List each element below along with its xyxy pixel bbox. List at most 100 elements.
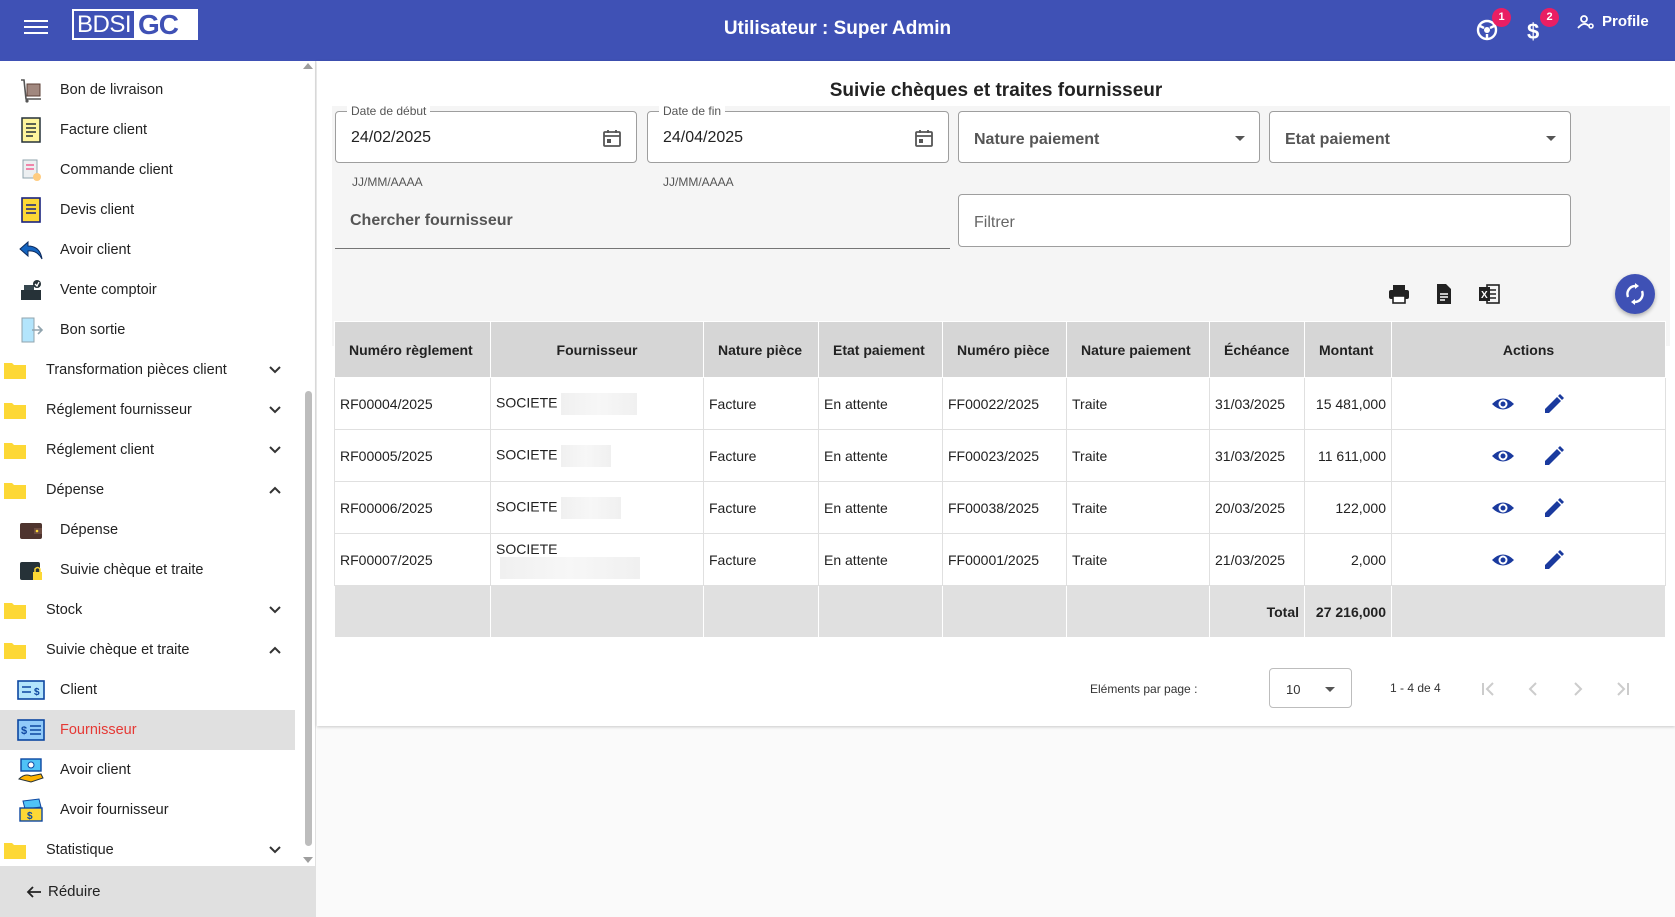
calendar-icon[interactable] [914,128,934,148]
sidebar-group-reglement-client[interactable]: Réglement client [0,430,295,470]
reduce-sidebar-button[interactable]: Réduire [0,866,316,917]
scroll-up-arrow-icon[interactable] [303,63,313,69]
sidebar-group-suivie-cheque-traite[interactable]: Suivie chèque et traite [0,630,295,670]
edit-pencil-icon[interactable] [1542,392,1566,416]
cell-numero-piece: FF00023/2025 [942,429,1067,482]
cell-echeance: 31/03/2025 [1209,429,1305,482]
date-end-label: Date de fin [659,104,726,118]
cell-etat: En attente [818,429,943,482]
per-page-select[interactable]: 10 [1269,668,1352,708]
cell-etat: En attente [818,377,943,430]
sidebar-item-bon-sortie[interactable]: Bon sortie [0,310,295,350]
column-header[interactable]: Nature paiement [1066,321,1210,378]
content-card: Suivie chèques et traites fournisseur Da… [317,61,1675,726]
calendar-icon[interactable] [602,128,622,148]
sidebar-item-devis-client[interactable]: Devis client [0,190,295,230]
sidebar-item-avoir-client[interactable]: Avoir client [0,230,295,270]
total-empty-cell [1066,585,1210,638]
sidebar-item-vente-comptoir[interactable]: Vente comptoir [0,270,295,310]
edit-pencil-icon[interactable] [1542,444,1566,468]
table-header-row: Numéro règlement Fournisseur Nature pièc… [334,321,1666,378]
fournisseur-name: SOCIETE [496,394,558,411]
invoice-icon [17,116,45,144]
total-empty-cell [490,585,704,638]
view-eye-icon[interactable] [1491,496,1515,520]
refresh-button[interactable] [1615,274,1655,314]
sidebar-group-statistique[interactable]: Statistique [0,830,295,866]
wallet-lock-icon [17,556,45,584]
cell-nature-paiement: Traite [1066,429,1210,482]
sidebar-item-bon-de-livraison[interactable]: Bon de livraison [0,70,295,110]
fournisseur-name: SOCIETE [496,446,558,463]
search-supplier-input[interactable]: Chercher fournisseur [335,194,950,249]
view-eye-icon[interactable] [1491,444,1515,468]
sidebar-item-depense[interactable]: Dépense [0,510,295,550]
last-page-icon[interactable] [1612,678,1634,700]
etat-paiement-placeholder: Etat paiement [1285,131,1390,148]
order-icon [17,156,45,184]
first-page-icon[interactable] [1477,678,1499,700]
nature-paiement-select[interactable]: Nature paiement [958,111,1260,163]
cell-fournisseur: SOCIETE [490,429,704,482]
filter-input[interactable]: Filtrer [958,194,1571,247]
sidebar-group-stock[interactable]: Stock [0,590,295,630]
sidebar: Bon de livraison Facture client Commande… [0,61,316,917]
payments-button[interactable]: $ 2 [1523,8,1559,44]
dropdown-arrow-icon [1546,136,1556,141]
page-range-label: 1 - 4 de 4 [1390,681,1441,695]
edit-pencil-icon[interactable] [1542,548,1566,572]
column-header[interactable]: Numéro règlement [334,321,491,378]
per-page-value: 10 [1286,682,1301,697]
date-start-field[interactable]: Date de début 24/02/2025 [335,104,637,163]
sidebar-item-label: Fournisseur [60,722,137,738]
etat-paiement-select[interactable]: Etat paiement [1269,111,1571,163]
sidebar-group-depense[interactable]: Dépense [0,470,295,510]
sidebar-group-reglement-fournisseur[interactable]: Réglement fournisseur [0,390,295,430]
column-header[interactable]: Etat paiement [818,321,943,378]
nature-paiement-placeholder: Nature paiement [974,131,1100,148]
column-header[interactable]: Nature pièce [703,321,819,378]
delivery-box-icon [17,76,45,104]
view-eye-icon[interactable] [1491,548,1515,572]
scroll-thumb[interactable] [305,391,312,846]
sidebar-group-transformation-pieces-client[interactable]: Transformation pièces client [0,350,295,390]
sidebar-item-client[interactable]: $ Client [0,670,295,710]
sidebar-item-fournisseur[interactable]: $ Fournisseur [0,710,295,750]
fournisseur-name: SOCIETE [496,498,558,515]
sidebar-item-suivie-cheque-traite-depense[interactable]: Suivie chèque et traite [0,550,295,590]
redacted-block [561,444,612,467]
pdf-document-icon[interactable] [1432,282,1456,306]
redacted-block [561,496,622,519]
profile-button[interactable]: Profile [1577,13,1649,30]
sidebar-item-facture-client[interactable]: Facture client [0,110,295,150]
column-header[interactable]: Échéance [1209,321,1305,378]
folder-icon [3,600,27,620]
column-header[interactable]: Numéro pièce [942,321,1067,378]
cell-nature-paiement: Traite [1066,533,1210,586]
column-header[interactable]: Montant [1304,321,1392,378]
excel-icon[interactable]: X [1477,282,1501,306]
column-header[interactable]: Fournisseur [490,321,704,378]
cell-fournisseur: SOCIETE [490,377,704,430]
print-icon[interactable] [1387,282,1411,306]
cell-echeance: 20/03/2025 [1209,481,1305,534]
sidebar-item-commande-client[interactable]: Commande client [0,150,295,190]
payments-badge: 2 [1540,8,1559,27]
date-end-field[interactable]: Date de fin 24/04/2025 [647,104,949,163]
date-end-value[interactable]: 24/04/2025 [663,129,743,147]
next-page-icon[interactable] [1567,678,1589,700]
previous-page-icon[interactable] [1522,678,1544,700]
top-app-bar: BDSI GC Utilisateur : Super Admin 1 $ 2 P… [0,0,1675,61]
scroll-down-arrow-icon[interactable] [303,857,313,863]
sidebar-scrollbar[interactable] [301,61,314,866]
sidebar-item-label: Devis client [60,202,135,218]
sidebar-item-avoir-fournisseur[interactable]: $ Avoir fournisseur [0,790,295,830]
total-label: Total [1209,585,1305,638]
date-start-value[interactable]: 24/02/2025 [351,129,431,147]
cell-nature-piece: Facture [703,533,819,586]
notifications-button[interactable]: 1 [1475,8,1511,42]
edit-pencil-icon[interactable] [1542,496,1566,520]
sidebar-item-avoir-client-cheque[interactable]: Avoir client [0,750,295,790]
sidebar-item-label: Suivie chèque et traite [46,642,190,658]
view-eye-icon[interactable] [1491,392,1515,416]
